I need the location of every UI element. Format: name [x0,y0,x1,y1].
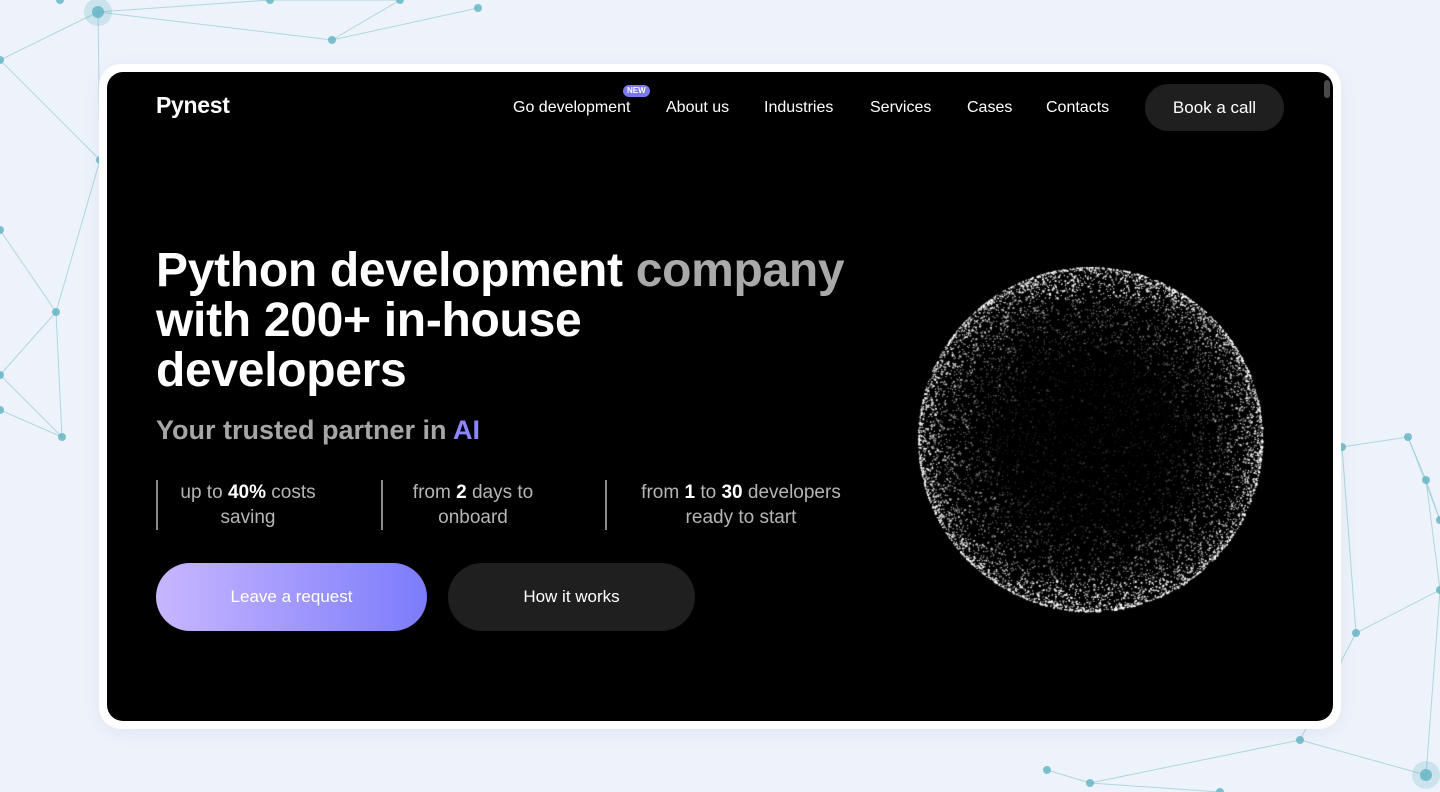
stat-value: 2 [456,482,467,503]
nav-item-about-us[interactable]: About us [666,99,729,117]
stat-post: days to [471,482,534,503]
stat-line2: onboard [438,507,508,528]
stat-cost-saving: up to 40% costs saving [156,480,338,530]
stat-value: 40% [227,482,266,503]
hero-title-part1: Python development [156,244,623,297]
stat-line2: ready to start [685,507,797,528]
stat-developers: from 1 to 30 developers ready to start [605,480,875,530]
subtitle-accent: AI [453,415,481,445]
nav-item-industries[interactable]: Industries [764,99,833,117]
website-viewport[interactable]: Pynest Go development NEW About us Indus… [107,72,1333,721]
nav-item-label: Go development [513,99,631,116]
browser-frame: Pynest Go development NEW About us Indus… [99,64,1341,729]
particle-sphere-graphic [905,254,1275,624]
book-a-call-button[interactable]: Book a call [1145,84,1284,131]
hero-title-line2: with 200+ in-house [156,294,582,347]
stat-post: developers [747,482,841,503]
stat-value: 1 [684,482,696,503]
nav-item-go-development[interactable]: Go development NEW [513,85,650,117]
how-it-works-button[interactable]: How it works [448,563,695,631]
leave-a-request-button[interactable]: Leave a request [156,563,427,631]
hero-title-part2: company [635,244,845,297]
hero-title: Python development company with 200+ in-… [156,246,916,396]
stat-value2: 30 [721,482,743,503]
new-badge: NEW [623,85,650,97]
hero-subtitle: Your trusted partner in AI [156,415,480,446]
stat-pre: from [412,482,451,503]
stat-pre: up to [180,482,223,503]
pynest-logo[interactable]: Pynest [156,92,230,119]
nav-item-contacts[interactable]: Contacts [1046,99,1109,117]
stat-mid: to [700,482,717,503]
stat-line2: saving [220,507,276,528]
nav-item-services[interactable]: Services [870,99,931,117]
hero-title-line3: developers [156,344,407,397]
stat-post: costs [271,482,316,503]
nav-item-cases[interactable]: Cases [967,99,1012,117]
stat-onboarding: from 2 days to onboard [381,480,563,530]
subtitle-prefix: Your trusted partner in [156,415,447,445]
scrollbar-thumb[interactable] [1324,80,1330,98]
stat-pre: from [641,482,680,503]
